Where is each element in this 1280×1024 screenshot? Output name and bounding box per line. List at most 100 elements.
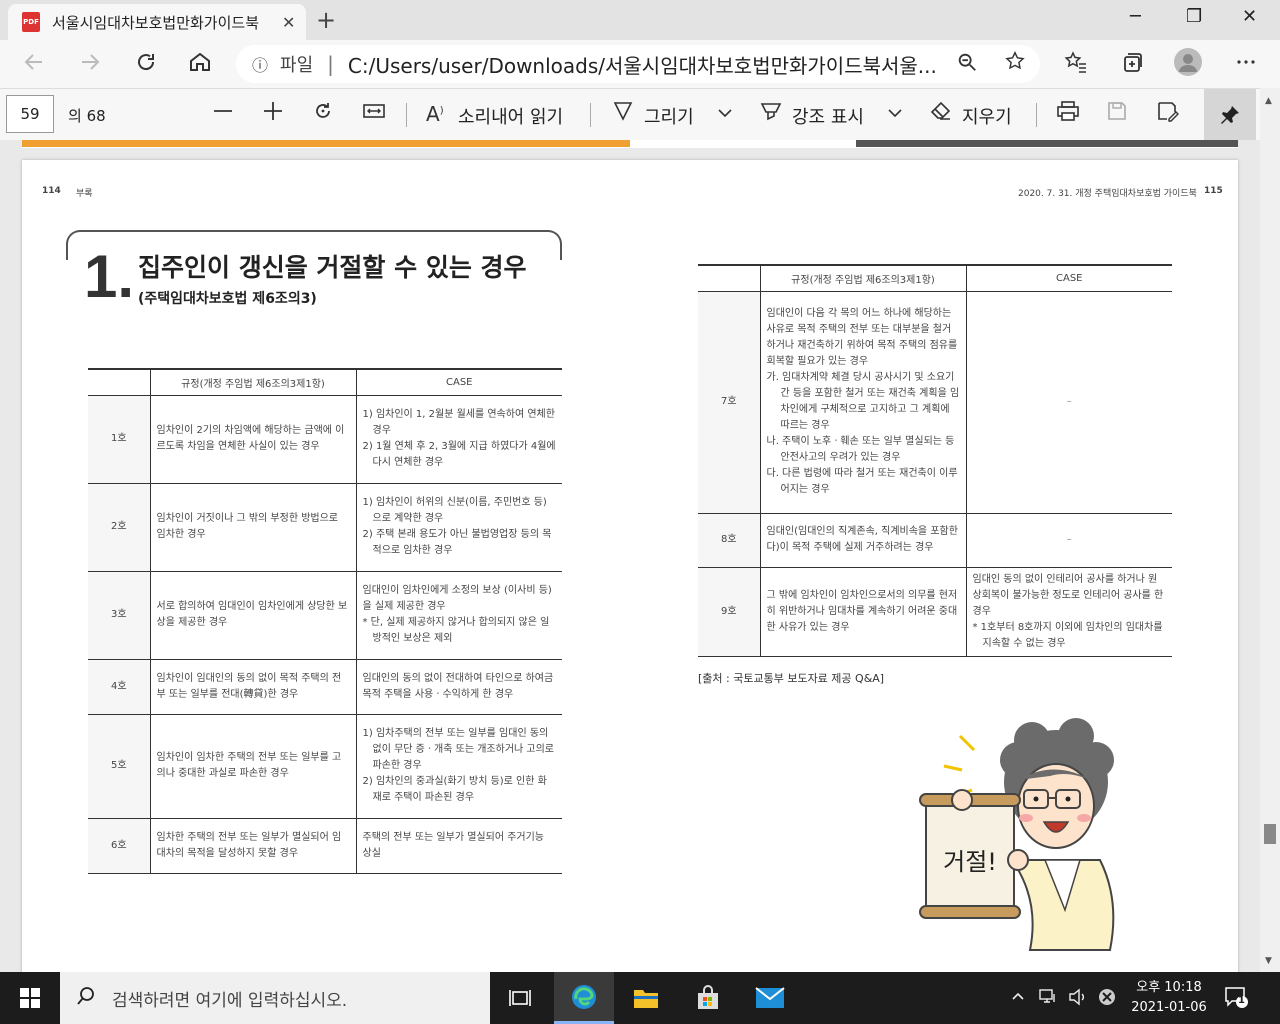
notification-count: 1 — [1238, 995, 1245, 1006]
save-as-icon — [1158, 102, 1179, 122]
info-icon[interactable]: ⓘ — [252, 52, 268, 76]
store-button[interactable] — [678, 972, 738, 1024]
rule-line: 다. 다른 법령에 따라 철거 또는 재건축이 이루어지는 경우 — [766, 468, 958, 495]
draw-dropdown-chevron-icon[interactable] — [716, 103, 734, 128]
address-bar[interactable]: ⓘ 파일 | C:/Users/user/Downloads/서울시임대차보호법… — [236, 45, 1040, 83]
pdf-icon: PDF — [22, 12, 40, 32]
pin-toolbar-button[interactable] — [1204, 89, 1256, 141]
read-aloud-button[interactable]: 소리내어 읽기 — [458, 103, 563, 129]
zoom-icon[interactable] — [956, 51, 978, 78]
scroll-down-arrow-icon[interactable]: ▼ — [1265, 956, 1272, 966]
highlight-dropdown-chevron-icon[interactable] — [886, 103, 904, 128]
right-rule-table: 규정(개정 주임법 제6조의3제1항) CASE 7호 임대인이 다음 각 목의… — [698, 264, 1172, 657]
right-header: 2020. 7. 31. 개정 주택임대차보호법 가이드북 — [1018, 189, 1197, 199]
case-item: 2) 1월 연체 후 2, 3월에 지급 하였다가 4월에 다시 연체한 경우 — [362, 441, 556, 468]
new-tab-button[interactable]: + — [316, 6, 336, 34]
task-view-button[interactable] — [490, 972, 550, 1024]
zoom-in-button[interactable] — [262, 100, 284, 128]
save-as-button[interactable] — [1156, 100, 1180, 128]
case-cell: – — [966, 291, 1172, 514]
document-viewer[interactable]: 114 부록 2020. 7. 31. 개정 주택임대차보호법 가이드북 115… — [0, 140, 1260, 972]
table-header-cell: 규정(개정 주임법 제6조의3제1항) — [760, 264, 967, 292]
profile-button[interactable] — [1174, 48, 1202, 82]
table-header-cell: CASE — [356, 368, 562, 396]
table-header-row: 규정(개정 주임법 제6조의3제1항) CASE — [88, 368, 562, 396]
save-icon — [1108, 102, 1126, 120]
rule-cell: 임대인(임대인의 직계존속, 직계비속을 포함한다)이 목적 주택에 실제 거주… — [760, 513, 967, 568]
windows-taskbar: 검색하려면 여기에 입력하십시오. 오후 10:18 2021-01-06 1 — [0, 972, 1280, 1024]
page-total: 의 68 — [68, 107, 106, 125]
start-button[interactable] — [0, 972, 60, 1024]
table-row: 2호 임차인이 거짓이나 그 밖의 부정한 방법으로 임차한 경우 1) 임차인… — [88, 483, 562, 572]
collections-button[interactable] — [1120, 50, 1144, 80]
vertical-scrollbar[interactable]: ▲ ▼ — [1260, 88, 1280, 972]
refresh-icon — [138, 54, 155, 71]
row-number: 5호 — [88, 714, 151, 819]
maximize-button[interactable]: ❐ — [1186, 6, 1202, 27]
read-aloud-icon[interactable]: A) — [426, 102, 444, 126]
home-icon — [190, 52, 210, 71]
back-button[interactable] — [22, 50, 46, 80]
url-text[interactable]: C:/Users/user/Downloads/서울시임대차보호법만화가이드북서… — [348, 50, 948, 79]
minus-icon — [214, 110, 232, 112]
highlight-button[interactable]: 강조 표시 — [792, 103, 864, 129]
address-row: ⓘ 파일 | C:/Users/user/Downloads/서울시임대차보호법… — [0, 40, 1280, 88]
tab-close-button[interactable]: ✕ — [282, 13, 295, 32]
sign-text: 거절! — [943, 848, 997, 876]
close-window-button[interactable]: ✕ — [1242, 6, 1257, 27]
scrollbar-thumb[interactable] — [1264, 824, 1276, 844]
file-explorer-button[interactable] — [616, 972, 676, 1024]
forward-button[interactable] — [78, 50, 102, 80]
rotate-button[interactable] — [312, 100, 334, 128]
mail-button[interactable] — [740, 972, 800, 1024]
highlight-icon[interactable] — [760, 100, 782, 128]
favorite-star-icon[interactable] — [1004, 50, 1026, 78]
rule-cell: 서로 합의하여 임대인이 임차인에게 상당한 보상을 제공한 경우 — [150, 571, 357, 660]
case-item: * 1호부터 8호까지 이외에 임차인의 임대차를 지속할 수 없는 경우 — [972, 621, 1163, 649]
case-cell: 주택의 전부 또는 일부가 멸실되어 주거기능 상실 — [356, 818, 562, 874]
left-section-label: 부록 — [76, 189, 93, 199]
left-page-number: 114 — [42, 186, 61, 196]
mail-icon — [755, 987, 785, 1008]
show-hidden-icons-chevron-icon[interactable] — [1010, 988, 1026, 1008]
scroll-up-arrow-icon[interactable]: ▲ — [1265, 96, 1272, 106]
save-button[interactable] — [1106, 100, 1128, 128]
table-row: 4호 임차인이 임대인의 동의 없이 목적 주택의 전부 또는 일부를 전대(轉… — [88, 659, 562, 715]
row-number: 6호 — [88, 818, 151, 874]
case-item: 2) 임차인의 중과실(화기 방치 등)로 인한 화재로 주택이 파손된 경우 — [362, 776, 547, 803]
fit-page-button[interactable] — [362, 100, 386, 128]
more-menu-button[interactable] — [1234, 50, 1258, 80]
refresh-button[interactable] — [134, 50, 158, 80]
favorites-button[interactable] — [1064, 50, 1088, 80]
rule-line: 임대인이 다음 각 목의 어느 하나에 해당하는 사유로 목적 주택의 전부 또… — [766, 308, 958, 367]
system-clock[interactable]: 오후 10:18 2021-01-06 — [1124, 978, 1214, 1018]
character-illustration: 거절! — [919, 718, 1115, 951]
rotate-icon — [316, 103, 330, 118]
edge-taskbar-button[interactable] — [554, 972, 614, 1024]
eraser-icon[interactable] — [930, 100, 952, 128]
minimize-button[interactable]: ─ — [1130, 6, 1141, 27]
table-header-cell — [88, 368, 151, 396]
tab-pdf-document[interactable]: PDF 서울시임대차보호법만화가이드북 ✕ — [8, 4, 306, 40]
notification-center-button[interactable]: 1 — [1224, 986, 1248, 1013]
erase-button[interactable]: 지우기 — [962, 103, 1012, 129]
page-number-input[interactable]: 59 — [6, 95, 54, 133]
zoom-out-button[interactable] — [212, 100, 234, 128]
row-number: 2호 — [88, 483, 151, 572]
volume-icon[interactable] — [1068, 988, 1088, 1010]
avatar — [1174, 48, 1202, 76]
page-dark-bar — [856, 140, 1238, 147]
exclamation-marks — [943, 734, 976, 798]
network-icon[interactable] — [1038, 988, 1058, 1010]
home-button[interactable] — [188, 50, 212, 80]
taskbar-search-box[interactable]: 검색하려면 여기에 입력하십시오. — [60, 972, 490, 1024]
case-item: 임대인이 임차인에게 소정의 보상 (이사비 등)을 실제 제공한 경우 — [362, 585, 552, 612]
table-row: 7호 임대인이 다음 각 목의 어느 하나에 해당하는 사유로 목적 주택의 전… — [698, 291, 1172, 514]
draw-icon[interactable] — [612, 100, 634, 128]
windows-logo-icon — [20, 988, 40, 1008]
row-number: 1호 — [88, 395, 151, 484]
case-item: * 단, 실제 제공하지 않거나 합의되지 않은 일방적인 보상은 제외 — [362, 617, 550, 644]
print-button[interactable] — [1056, 100, 1080, 128]
draw-button[interactable]: 그리기 — [644, 103, 694, 129]
muted-status-icon[interactable] — [1098, 988, 1116, 1010]
